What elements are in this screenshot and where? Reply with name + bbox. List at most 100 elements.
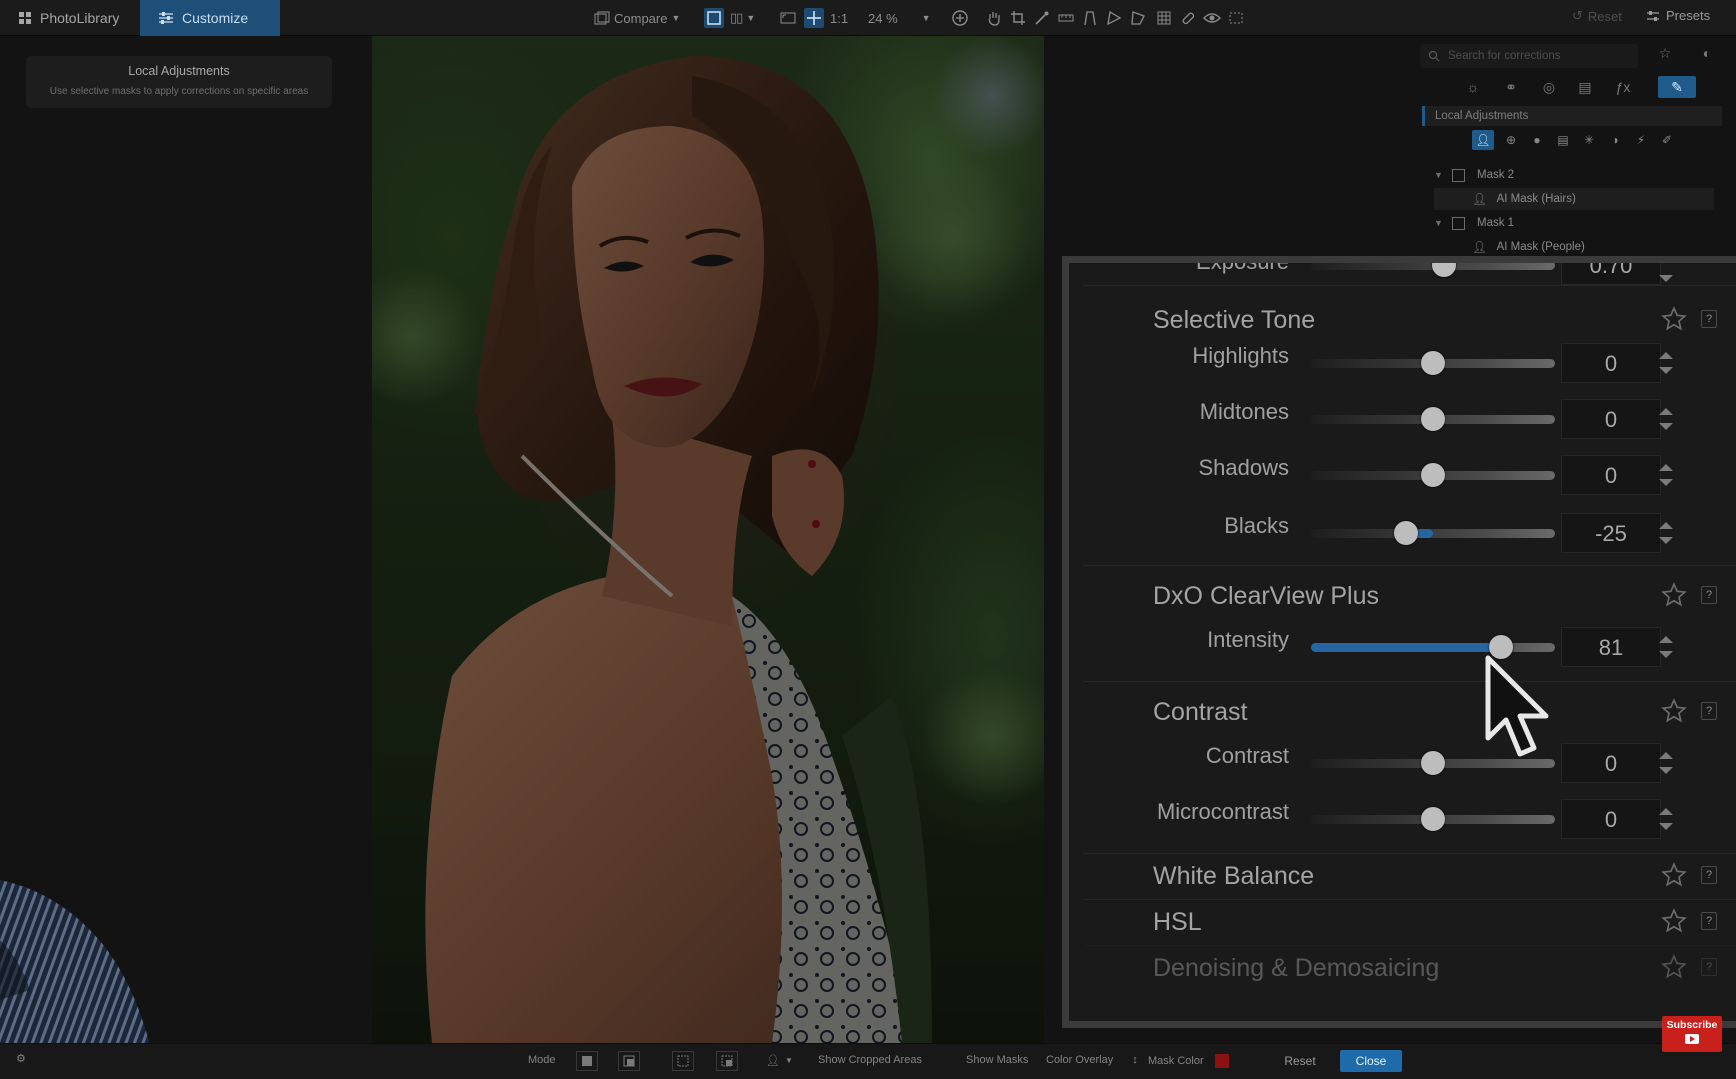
reset-top-button[interactable]: ↺ Reset <box>1572 8 1622 24</box>
local-adjustments-palette-icon[interactable]: ✎ <box>1658 76 1696 98</box>
midtones-spinner[interactable] <box>1655 397 1677 441</box>
chevron-down-icon[interactable]: ▼ <box>1434 218 1452 228</box>
tab-customize[interactable]: Customize <box>140 0 280 36</box>
microcontrast-value[interactable]: 0 <box>1561 799 1661 839</box>
star-filter-icon[interactable]: ☆ <box>1652 42 1678 64</box>
star-icon[interactable] <box>1661 954 1687 980</box>
help-icon[interactable]: ? <box>1701 866 1717 884</box>
blacks-slider-thumb[interactable] <box>1394 521 1418 545</box>
highlights-slider-thumb[interactable] <box>1421 351 1445 375</box>
single-view-icon[interactable] <box>704 8 724 28</box>
hsl-title[interactable]: HSL <box>1153 908 1202 937</box>
visibility-toggle-icon[interactable]: ◐ <box>1694 42 1720 64</box>
mask-mode-subtract-icon[interactable] <box>618 1051 640 1071</box>
selective-tone-title[interactable]: Selective Tone <box>1153 306 1315 335</box>
hsl-section[interactable]: HSL ? <box>1083 899 1736 945</box>
close-button[interactable]: Close <box>1340 1050 1402 1072</box>
hand-icon[interactable] <box>984 8 1004 28</box>
color-palette-icon[interactable]: ⚭ <box>1498 76 1524 98</box>
ai-mask-tool-icon[interactable]: 👤︎ <box>1472 130 1494 150</box>
show-cropped-areas-toggle[interactable]: Show Cropped Areas <box>818 1054 922 1066</box>
move-icon[interactable] <box>804 8 824 28</box>
help-icon[interactable]: ? <box>1701 310 1717 328</box>
zoom-1to1-button[interactable]: 1:1 <box>830 8 848 28</box>
split-view-button[interactable]: ▯▯ ▼ <box>730 8 755 28</box>
highlights-value[interactable]: 0 <box>1561 343 1661 383</box>
white-balance-section[interactable]: White Balance ? <box>1083 853 1736 899</box>
clearview-title[interactable]: DxO ClearView Plus <box>1153 582 1379 611</box>
midtones-value[interactable]: 0 <box>1561 399 1661 439</box>
zoom-level-dropdown[interactable]: 24 % ▼ <box>868 8 931 28</box>
geometry-palette-icon[interactable]: ▤ <box>1572 76 1598 98</box>
overlay-dropdown[interactable]: Color Overlay ↕ <box>1046 1054 1138 1066</box>
denoising-section[interactable]: Denoising & Demosaicing ? <box>1083 945 1736 995</box>
chevron-down-icon[interactable]: ▼ <box>1434 170 1452 180</box>
white-balance-title[interactable]: White Balance <box>1153 862 1314 891</box>
intensity-spinner[interactable] <box>1655 625 1677 669</box>
local-adjust-icon[interactable] <box>1104 8 1124 28</box>
perspective-icon[interactable] <box>1080 8 1100 28</box>
star-icon[interactable] <box>1661 908 1687 934</box>
luminosity-mask-tool-icon[interactable]: ◑ <box>1604 130 1626 150</box>
photo-canvas[interactable] <box>372 36 1044 1043</box>
star-icon[interactable] <box>1661 306 1687 332</box>
shadows-slider-thumb[interactable] <box>1421 463 1445 487</box>
mask-1-ai-mask[interactable]: 👤︎ AI Mask (People) <box>1434 236 1714 258</box>
contrast-slider-thumb[interactable] <box>1421 751 1445 775</box>
contrast-spinner[interactable] <box>1655 741 1677 785</box>
shadows-value[interactable]: 0 <box>1561 455 1661 495</box>
mask-1-checkbox[interactable] <box>1452 216 1465 230</box>
contrast-title[interactable]: Contrast <box>1153 698 1247 727</box>
eye-icon[interactable] <box>1202 8 1222 28</box>
subscribe-button[interactable]: Subscribe <box>1662 1016 1722 1052</box>
mask-2-checkbox[interactable] <box>1452 168 1465 182</box>
mask-2-ai-mask[interactable]: 👤︎ AI Mask (Hairs) <box>1434 188 1714 210</box>
mask-item-1[interactable]: ▼ Mask 1 <box>1434 212 1714 234</box>
compare-button[interactable]: Compare ▼ <box>594 8 680 28</box>
blacks-spinner[interactable] <box>1655 511 1677 555</box>
mask-mode-exclude-icon[interactable] <box>716 1051 738 1071</box>
star-icon[interactable] <box>1661 698 1687 724</box>
show-masks-toggle[interactable]: Show Masks <box>966 1054 1028 1066</box>
search-input[interactable]: Search for corrections <box>1420 44 1638 68</box>
intensity-value[interactable]: 81 <box>1561 627 1661 667</box>
microcontrast-spinner[interactable] <box>1655 797 1677 841</box>
denoising-title[interactable]: Denoising & Demosaicing <box>1153 954 1439 983</box>
mask-mode-intersect-icon[interactable] <box>672 1051 694 1071</box>
shadows-spinner[interactable] <box>1655 453 1677 497</box>
blacks-slider-track[interactable] <box>1311 529 1555 538</box>
detail-palette-icon[interactable]: ◎ <box>1536 76 1562 98</box>
mask-mode-add-icon[interactable] <box>576 1051 598 1071</box>
graduated-filter-tool-icon[interactable]: ▤ <box>1552 130 1574 150</box>
ai-mask-dropdown[interactable]: 👤︎ ▼ <box>766 1054 793 1067</box>
blacks-value[interactable]: -25 <box>1561 513 1661 553</box>
help-icon[interactable]: ? <box>1701 958 1717 976</box>
control-point-tool-icon[interactable]: ⊕ <box>1500 130 1522 150</box>
reset-button[interactable]: Reset <box>1272 1050 1328 1072</box>
highlights-spinner[interactable] <box>1655 341 1677 385</box>
contrast-value[interactable]: 0 <box>1561 743 1661 783</box>
help-icon[interactable]: ? <box>1701 702 1717 720</box>
midtones-slider-thumb[interactable] <box>1421 407 1445 431</box>
star-icon[interactable] <box>1661 582 1687 608</box>
straighten-icon[interactable] <box>1056 8 1076 28</box>
histogram-icon[interactable] <box>1226 8 1246 28</box>
repair-icon[interactable] <box>1178 8 1198 28</box>
help-icon[interactable]: ? <box>1701 586 1717 604</box>
help-icon[interactable]: ? <box>1701 912 1717 930</box>
exposure-value[interactable]: 0.70 <box>1561 263 1661 285</box>
mask-item-2[interactable]: ▼ Mask 2 <box>1434 164 1714 186</box>
light-palette-icon[interactable]: ☼ <box>1460 76 1486 98</box>
fit-icon[interactable] <box>778 8 798 28</box>
star-icon[interactable] <box>1661 862 1687 888</box>
zoom-in-icon[interactable] <box>950 8 970 28</box>
mask-color-picker[interactable]: Mask Color <box>1148 1054 1229 1068</box>
presets-button[interactable]: Presets <box>1646 8 1710 23</box>
effects-palette-icon[interactable]: ƒx <box>1610 76 1636 98</box>
eyedropper-icon[interactable] <box>1032 8 1052 28</box>
microcontrast-slider-thumb[interactable] <box>1421 807 1445 831</box>
exposure-slider-thumb[interactable] <box>1432 263 1456 277</box>
settings-icon[interactable]: ⚙ <box>16 1052 26 1065</box>
eraser-tool-icon[interactable]: ✐ <box>1656 130 1678 150</box>
tab-photolibrary[interactable]: PhotoLibrary <box>0 0 140 36</box>
